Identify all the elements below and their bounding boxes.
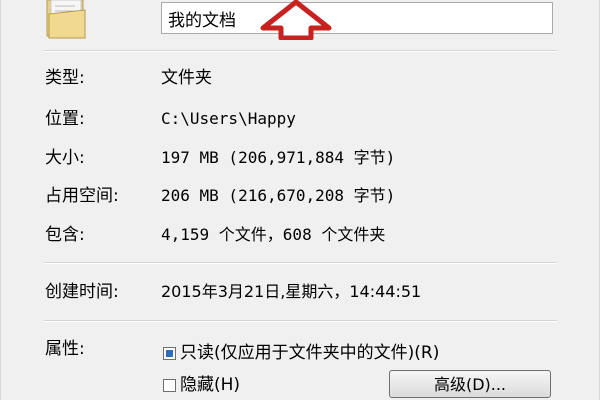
readonly-checkbox[interactable] (163, 346, 176, 360)
created-label: 创建时间: (45, 282, 119, 302)
hidden-checkbox-row[interactable]: 隐藏(H) (163, 374, 240, 396)
separator (44, 50, 557, 52)
attributes-label: 属性: (45, 339, 85, 359)
disk-size-label: 占用空间: (45, 186, 119, 206)
folder-name-input[interactable] (161, 2, 553, 34)
hidden-checkbox[interactable] (163, 378, 176, 392)
size-label: 大小: (45, 148, 85, 168)
separator (44, 320, 557, 322)
location-value: C:\Users\Happy (161, 109, 296, 128)
hidden-label: 隐藏(H) (180, 375, 241, 395)
type-label: 类型: (45, 68, 85, 88)
contains-value: 4,159 个文件，608 个文件夹 (161, 225, 386, 244)
size-value: 197 MB (206,971,884 字节) (161, 148, 396, 167)
contains-label: 包含: (45, 225, 85, 245)
location-label: 位置: (45, 109, 85, 129)
folder-icon (46, 0, 86, 39)
created-value: 2015年3月21日,星期六，14:44:51 (161, 282, 422, 301)
advanced-button[interactable]: 高级(D)... (389, 370, 551, 398)
folder-properties-dialog: 类型: 文件夹 位置: C:\Users\Happy 大小: 197 MB (2… (0, 0, 600, 400)
red-arrow-annotation-icon (260, 0, 332, 40)
readonly-label: 只读(仅应用于文件夹中的文件)(R) (180, 343, 440, 363)
separator (44, 262, 557, 264)
type-value: 文件夹 (161, 68, 212, 88)
disk-size-value: 206 MB (216,670,208 字节) (161, 186, 396, 205)
readonly-checkbox-row[interactable]: 只读(仅应用于文件夹中的文件)(R) (163, 342, 439, 364)
